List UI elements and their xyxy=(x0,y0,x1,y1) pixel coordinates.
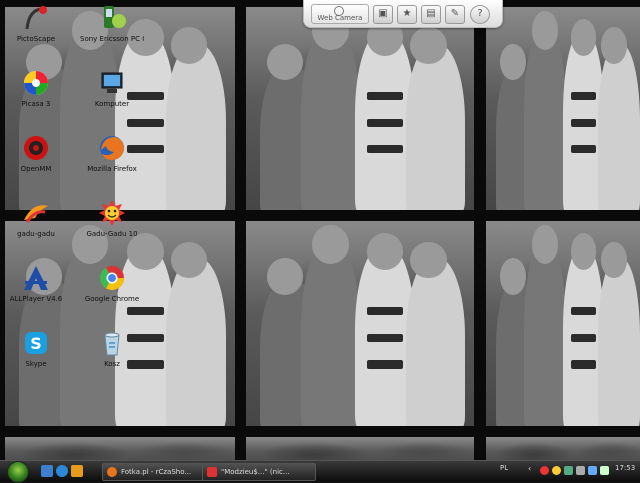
media-player-icon[interactable] xyxy=(71,465,83,477)
desktop-icon-openmm[interactable]: OpenMM xyxy=(4,133,68,173)
clock[interactable]: 17:53 xyxy=(615,464,635,472)
wallpaper-photo xyxy=(5,437,235,460)
task-label: "Modzieu$..." (nic... xyxy=(221,468,290,476)
show-desktop-icon[interactable] xyxy=(41,465,53,477)
firefox-task-icon xyxy=(107,467,117,477)
desktop-icon-label: Komputer xyxy=(94,100,130,108)
help-icon: ? xyxy=(477,8,483,19)
desktop-icon-pc-companion[interactable]: Sony Ericsson PC Companion 2.0 xyxy=(80,3,144,43)
web-camera-title[interactable]: Web Camera xyxy=(311,4,369,24)
taskbar: Fotka.pl - rCzaSho... "Modzieu$..." (nic… xyxy=(0,460,640,483)
desktop-icon-label: Skype xyxy=(25,360,47,368)
take-photo-button[interactable]: ▣ xyxy=(373,5,393,24)
task-label: Fotka.pl - rCzaSho... xyxy=(121,468,192,476)
wallpaper-photo xyxy=(486,437,640,460)
internet-explorer-icon[interactable] xyxy=(56,465,68,477)
star-icon: ★ xyxy=(402,8,412,19)
desktop-icon-allplayer[interactable]: ALLPlayer V4.6 xyxy=(4,263,68,303)
recycle-bin-icon xyxy=(97,328,127,358)
wallpaper-photo xyxy=(246,7,474,210)
desktop-icon-label: OpenMM xyxy=(20,165,52,173)
desktop-icon-label: Mozilla Firefox xyxy=(87,165,137,173)
desktop-icon-label: ALLPlayer V4.6 xyxy=(9,295,63,303)
taskbar-button-firefox[interactable]: Fotka.pl - rCzaSho... xyxy=(102,463,216,481)
picasa-icon xyxy=(21,68,51,98)
desktop-icon-recycle-bin[interactable]: Kosz xyxy=(80,328,144,368)
desktop-icon-gadu-gadu-10[interactable]: Gadu-Gadu 10 xyxy=(80,198,144,238)
wallpaper-photo xyxy=(486,221,640,426)
wallpaper-photo xyxy=(486,7,640,210)
desktop-icon-label: Gadu-Gadu 10 xyxy=(86,230,138,238)
desktop-icon-pictoscape[interactable]: PictoScape xyxy=(4,3,68,43)
volume-tray-icon[interactable] xyxy=(576,466,585,475)
gadu-gadu-10-icon xyxy=(97,198,127,228)
svg-text:S: S xyxy=(30,334,42,353)
settings-button[interactable]: ✎ xyxy=(445,5,465,24)
language-indicator[interactable]: PL xyxy=(500,464,508,472)
wallpaper-photo xyxy=(246,221,474,426)
firefox-icon xyxy=(97,133,127,163)
desktop-icon-label: gadu-gadu xyxy=(17,230,55,238)
web-camera-label: Web Camera xyxy=(317,14,363,22)
allplayer-icon xyxy=(21,263,51,293)
smiley-tray-icon[interactable] xyxy=(552,466,561,475)
network-tray-icon[interactable] xyxy=(564,466,573,475)
desktop-icon-skype[interactable]: S Skype xyxy=(4,328,68,368)
desktop-icon-gadu-gadu[interactable]: gadu-gadu xyxy=(4,198,68,238)
skype-icon: S xyxy=(21,328,51,358)
web-camera-toolbar: Web Camera ▣ ★ ▤ ✎ ? xyxy=(303,0,503,28)
favorites-button[interactable]: ★ xyxy=(397,5,417,24)
desktop-icon-label: PictoScape xyxy=(16,35,56,43)
photo-icon: ▣ xyxy=(378,8,388,19)
chevron-left-icon[interactable]: ‹ xyxy=(528,464,537,473)
desktop-icon-label: Picasa 3 xyxy=(21,100,51,108)
help-button[interactable]: ? xyxy=(470,5,490,24)
chrome-icon xyxy=(97,263,127,293)
taskbar-button-chat[interactable]: "Modzieu$..." (nic... xyxy=(202,463,316,481)
computer-icon xyxy=(97,68,127,98)
pictoscape-icon xyxy=(21,3,51,33)
gadu-gadu-tray-icon[interactable] xyxy=(540,466,549,475)
desktop-icon-label: Sony Ericsson PC Companion 2.0 xyxy=(80,35,144,43)
battery-tray-icon[interactable] xyxy=(600,466,609,475)
settings-icon: ✎ xyxy=(450,8,460,19)
desktop-icon-computer[interactable]: Komputer xyxy=(80,68,144,108)
gadu-gadu-icon xyxy=(21,198,51,228)
openmm-icon xyxy=(21,133,51,163)
desktop-icon-firefox[interactable]: Mozilla Firefox xyxy=(80,133,144,173)
wallpaper-photo xyxy=(246,437,474,460)
desktop-icon-label: Kosz xyxy=(104,360,120,368)
wallpaper-photo xyxy=(5,221,235,426)
desktop-icon-label: Google Chrome xyxy=(84,295,140,303)
effects-button[interactable]: ▤ xyxy=(421,5,441,24)
desktop-icon-chrome[interactable]: Google Chrome xyxy=(80,263,144,303)
monitor-tray-icon[interactable] xyxy=(588,466,597,475)
chat-task-icon xyxy=(207,467,217,477)
effects-icon: ▤ xyxy=(426,8,436,19)
pc-companion-icon xyxy=(97,3,127,33)
desktop-icon-picasa[interactable]: Picasa 3 xyxy=(4,68,68,108)
